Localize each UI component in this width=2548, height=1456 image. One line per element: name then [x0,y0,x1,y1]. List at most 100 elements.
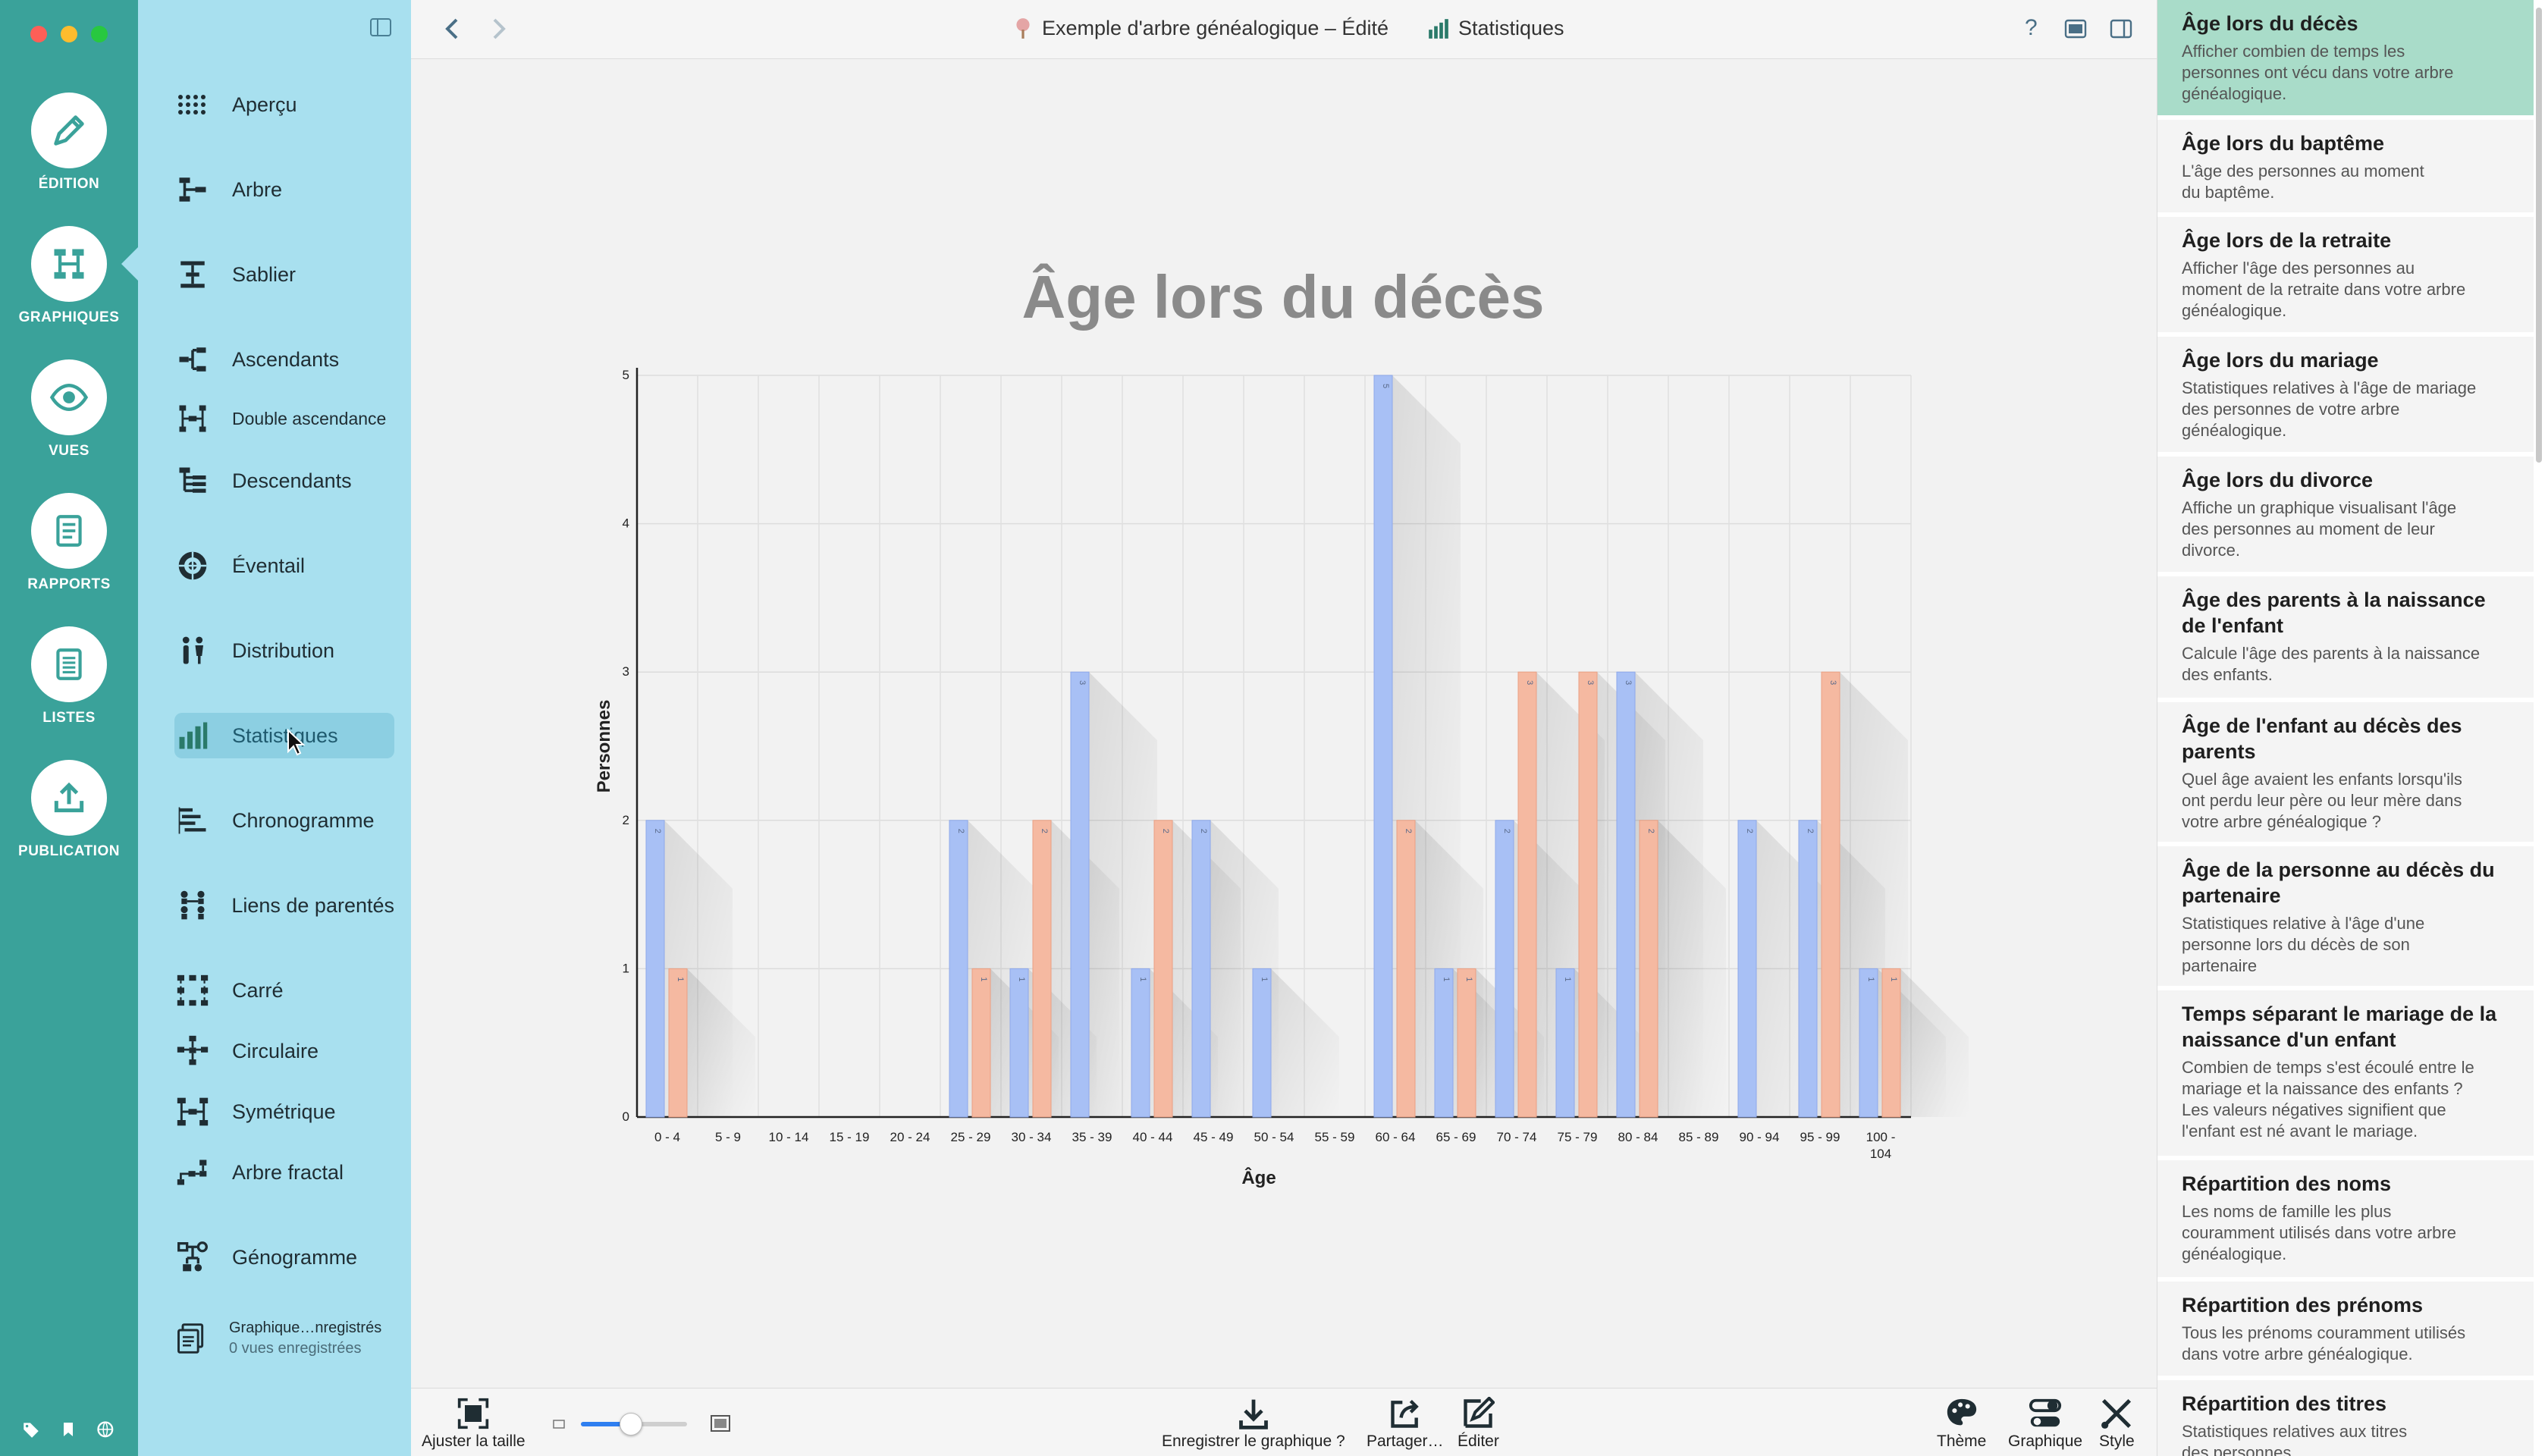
statistics-type-item[interactable]: Âge lors du divorce Affiche un graphique … [2157,457,2534,572]
chart-options-label: Graphique [2008,1432,2083,1450]
x-tick-label: 70 - 74 [1497,1130,1537,1144]
x-tick-label-line: 100 - [1866,1130,1896,1144]
share-button[interactable]: Partager… [1367,1395,1444,1451]
statistics-type-description: Afficher combien de temps les personnes o… [2182,41,2509,105]
sidebar-item-symetrique[interactable]: Symétrique [174,1089,394,1134]
description-line: des personnes de votre arbre [2182,400,2400,419]
hourglass-icon [180,261,205,288]
active-mode-indicator [121,247,138,281]
web-search-icon[interactable] [96,1420,117,1441]
sidebar-item-genogramme[interactable]: Génogramme [174,1235,394,1280]
sidebar-item-label: Liens de parentés [231,893,394,917]
x-tick-label: 60 - 64 [1376,1130,1416,1144]
statistics-type-item[interactable]: Âge lors du baptême L'âge des personnes a… [2157,120,2534,212]
tree-chart-icon [54,249,84,279]
sidebar-item-label: Arbre fractal [232,1160,344,1184]
statistics-type-description: Calcule l'âge des parents à la naissance… [2182,643,2509,686]
x-tick-label-line: 104 [1870,1147,1891,1161]
description-line: généalogique. [2182,84,2287,103]
mode-publication[interactable]: PUBLICATION [0,760,138,860]
sidebar-item-liens-de-parentes[interactable]: Liens de parentés [174,883,394,928]
statistics-type-description: Les noms de famille les plus couramment u… [2182,1201,2509,1265]
zoom-out-icon[interactable] [552,1417,566,1431]
zoom-in-icon[interactable] [710,1413,731,1434]
statistics-type-item[interactable]: Âge lors de la retraite Afficher l'âge de… [2157,217,2534,332]
sidebar-item-sablier[interactable]: Sablier [174,252,394,297]
sidebar-item-apercu[interactable]: Aperçu [174,82,394,127]
minimize-window-button[interactable] [61,26,77,42]
bar-value-label: 2 [1502,829,1511,833]
mode-graphiques[interactable]: GRAPHIQUES [0,226,138,326]
window-title: Exemple d'arbre généalogique – Édité Sta… [1013,17,1564,40]
sidebar-item-circulaire[interactable]: Circulaire [174,1028,394,1074]
statistics-type-item[interactable]: Âge lors du décès Afficher combien de tem… [2157,0,2534,115]
sidebar-item-chronogramme[interactable]: Chronogramme [174,798,394,843]
statistics-type-item[interactable]: Âge de l'enfant au décès des parents Quel… [2157,702,2534,842]
sidebar-item-descendants[interactable]: Descendants [174,458,394,504]
statistics-type-item[interactable]: Répartition des titres Statistiques relat… [2157,1380,2534,1456]
chart-bar [1191,820,1211,1118]
saved-charts-title: Graphique…nregistrés [229,1320,382,1336]
sidebar-item-arbre-fractal[interactable]: Arbre fractal [174,1150,394,1195]
zoom-slider[interactable] [581,1413,687,1436]
chart-bar [1032,820,1052,1118]
sidebar-item-statistiques[interactable]: Statistiques [174,713,394,758]
bar-value-label: 1 [1464,977,1473,981]
statistics-type-title: Temps séparant le mariage de la naissanc… [2182,1003,2497,1051]
mode-rapports[interactable]: RAPPORTS [0,493,138,593]
chart-bar [1578,671,1598,1118]
help-button[interactable]: ? [2025,15,2038,41]
x-tick-label: 55 - 59 [1315,1130,1355,1144]
forward-arrow-icon[interactable] [488,17,510,41]
chart-options-button[interactable]: Graphique [2008,1395,2082,1451]
chart-bar [1616,671,1636,1118]
statistics-type-item[interactable]: Répartition des noms Les noms de famille … [2157,1160,2534,1277]
right-panel-scrollbar[interactable] [2536,8,2542,463]
bar-value-label: 1 [1260,977,1269,981]
statistics-type-item[interactable]: Âge de la personne au décès du partenair… [2157,846,2534,986]
close-window-button[interactable] [30,26,47,42]
theme-button[interactable]: Thème [1937,1395,1986,1451]
chart-bar [1070,671,1090,1118]
save-chart-button[interactable]: Enregistrer le graphique ? [1162,1395,1345,1451]
saved-charts-icon [177,1323,204,1354]
description-line: Statistiques relatives à l'âge de mariag… [2182,378,2477,397]
saved-charts-subtitle: 0 vues enregistrées [229,1340,362,1357]
bar-value-label: 3 [1078,680,1087,685]
zoom-window-button[interactable] [91,26,108,42]
window-layout-icon[interactable] [2064,18,2087,39]
mouse-cursor [287,729,306,756]
fit-size-button[interactable]: Ajuster la taille [422,1395,526,1451]
edit-button[interactable]: Éditer [1458,1395,1499,1451]
sidebar-item-carre[interactable]: Carré [174,968,394,1013]
statistics-type-item[interactable]: Âge lors du mariage Statistiques relative… [2157,337,2534,452]
mode-vues[interactable]: VUES [0,359,138,460]
statistics-type-description: Statistiques relatives aux titres des per… [2182,1421,2509,1456]
statistics-type-item[interactable]: Répartition des prénoms Tous les prénoms … [2157,1282,2534,1376]
style-button[interactable]: Style [2099,1395,2135,1451]
mode-listes[interactable]: LISTES [0,626,138,726]
inspector-toggle-icon[interactable] [2110,18,2132,39]
statistics-type-item[interactable]: Temps séparant le mariage de la naissanc… [2157,990,2534,1156]
tag-icon[interactable] [21,1420,41,1439]
sidebar-item-eventail[interactable]: Éventail [174,543,394,588]
zoom-slider-knob[interactable] [619,1413,642,1436]
palette-icon [1947,1398,1976,1426]
statistics-type-item[interactable]: Âge des parents à la naissance de l'enfa… [2157,576,2534,698]
bar-value-label: 2 [653,829,662,833]
x-tick-label: 5 - 9 [715,1130,741,1144]
mode-edition[interactable]: ÉDITION [0,93,138,193]
sidebar-item-arbre[interactable]: Arbre [174,167,394,212]
sidebar-item-double-ascendance[interactable]: Double ascendance [174,396,394,441]
chart-bar [1639,820,1658,1118]
genogram-icon [177,1241,208,1272]
bookmark-icon[interactable] [59,1420,77,1439]
sidebar-toggle-icon[interactable] [370,18,391,36]
x-tick-label: 100 - 104 [1866,1130,1896,1161]
sidebar-item-distribution[interactable]: Distribution [174,628,394,673]
chart-bar [1555,968,1575,1118]
back-arrow-icon[interactable] [441,17,463,41]
sidebar-item-ascendants[interactable]: Ascendants [174,337,394,382]
saved-charts-item[interactable]: Graphique…nregistrés 0 vues enregistrées [174,1320,381,1357]
ancestors-icon [179,347,206,372]
